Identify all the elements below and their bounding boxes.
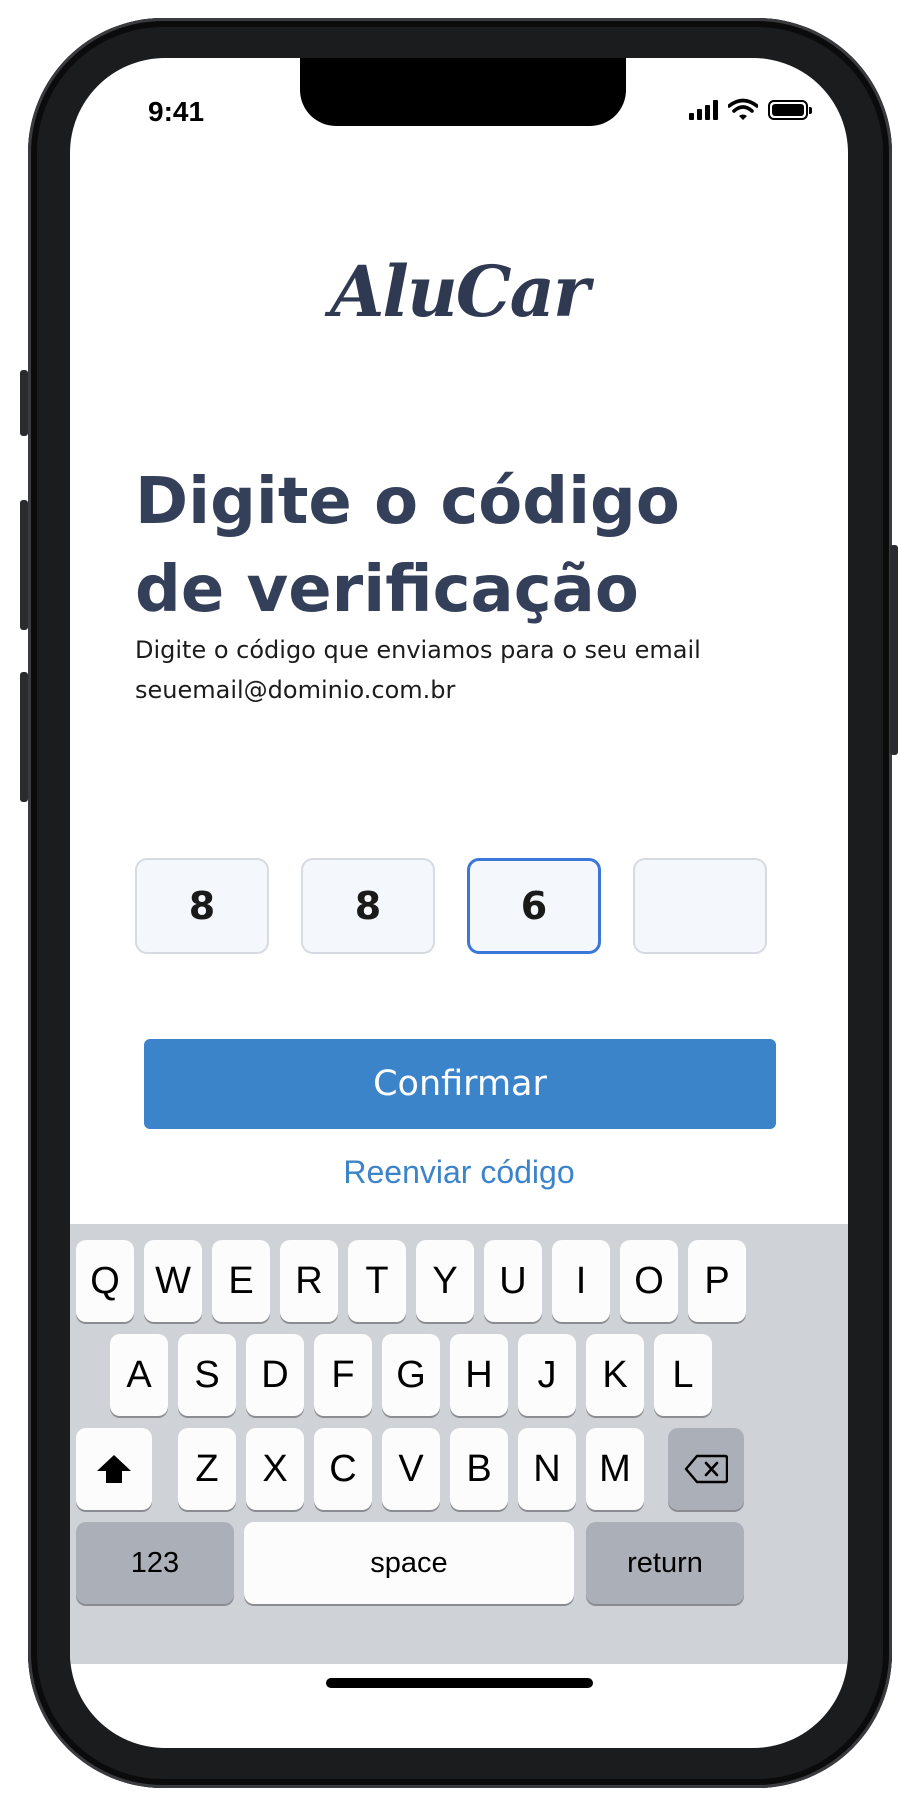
backspace-key[interactable] — [668, 1428, 744, 1510]
mute-switch — [20, 370, 28, 436]
key-e[interactable]: E — [212, 1240, 270, 1322]
title-line-2: de verificação — [135, 553, 639, 627]
key-w[interactable]: W — [144, 1240, 202, 1322]
key-r[interactable]: R — [280, 1240, 338, 1322]
resend-code-link[interactable]: Reenviar código — [70, 1154, 848, 1191]
email-address: seuemail@dominio.com.br — [135, 676, 456, 704]
key-u[interactable]: U — [484, 1240, 542, 1322]
battery-icon — [768, 100, 812, 120]
key-k[interactable]: K — [586, 1334, 644, 1416]
shift-key[interactable] — [76, 1428, 152, 1510]
code-digit-1[interactable]: 8 — [135, 858, 269, 954]
key-z[interactable]: Z — [178, 1428, 236, 1510]
status-icons — [689, 98, 812, 120]
numbers-key[interactable]: 123 — [76, 1522, 234, 1604]
key-x[interactable]: X — [246, 1428, 304, 1510]
screen: 9:41 AluCar Digite o código de verificaç… — [70, 58, 848, 1748]
key-g[interactable]: G — [382, 1334, 440, 1416]
title-line-1: Digite o código — [135, 465, 680, 539]
key-n[interactable]: N — [518, 1428, 576, 1510]
instruction-line: Digite o código que enviamos para o seu … — [135, 636, 701, 664]
return-key[interactable]: return — [586, 1522, 744, 1604]
key-f[interactable]: F — [314, 1334, 372, 1416]
key-b[interactable]: B — [450, 1428, 508, 1510]
shift-icon — [97, 1455, 131, 1483]
key-p[interactable]: P — [688, 1240, 746, 1322]
code-digit-3[interactable]: 6 — [467, 858, 601, 954]
code-input-group: 8 8 6 — [135, 858, 767, 954]
key-q[interactable]: Q — [76, 1240, 134, 1322]
app-logo: AluCar — [330, 250, 590, 333]
space-key[interactable]: space — [244, 1522, 574, 1604]
backspace-icon — [684, 1454, 728, 1484]
home-indicator[interactable] — [326, 1678, 593, 1688]
key-l[interactable]: L — [654, 1334, 712, 1416]
page-title: Digite o código de verificação — [135, 458, 795, 634]
key-h[interactable]: H — [450, 1334, 508, 1416]
confirm-button[interactable]: Confirmar — [144, 1039, 776, 1129]
cellular-signal-icon — [689, 100, 718, 120]
key-v[interactable]: V — [382, 1428, 440, 1510]
key-s[interactable]: S — [178, 1334, 236, 1416]
wifi-icon — [728, 98, 758, 120]
volume-up-button — [20, 500, 28, 630]
volume-down-button — [20, 672, 28, 802]
notch — [300, 58, 626, 126]
code-digit-2[interactable]: 8 — [301, 858, 435, 954]
power-button — [890, 545, 898, 755]
key-j[interactable]: J — [518, 1334, 576, 1416]
instruction-text: Digite o código que enviamos para o seu … — [135, 630, 815, 710]
code-digit-4[interactable] — [633, 858, 767, 954]
key-a[interactable]: A — [110, 1334, 168, 1416]
key-c[interactable]: C — [314, 1428, 372, 1510]
keyboard: Q W E R T Y U I O P A S D F G H J K L Z … — [70, 1224, 848, 1664]
key-m[interactable]: M — [586, 1428, 644, 1510]
key-t[interactable]: T — [348, 1240, 406, 1322]
status-time: 9:41 — [148, 96, 205, 127]
key-i[interactable]: I — [552, 1240, 610, 1322]
key-o[interactable]: O — [620, 1240, 678, 1322]
key-d[interactable]: D — [246, 1334, 304, 1416]
key-y[interactable]: Y — [416, 1240, 474, 1322]
